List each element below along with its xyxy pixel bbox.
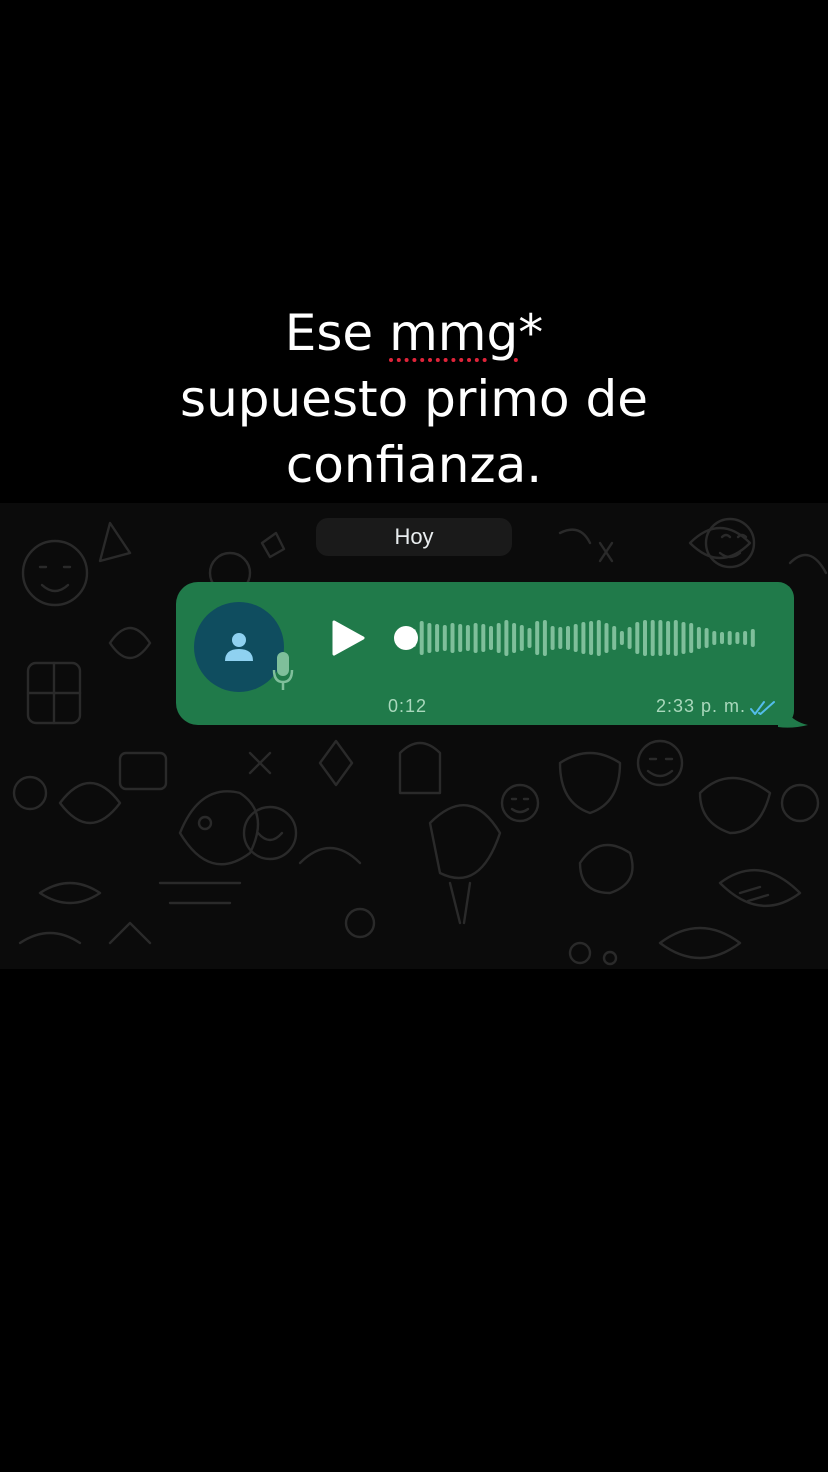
waveform-bar xyxy=(435,624,440,652)
caption-text: * xyxy=(518,304,544,362)
caption-line-2: supuesto primo de xyxy=(180,370,648,428)
waveform-bar xyxy=(650,620,655,656)
waveform-bar xyxy=(704,628,709,648)
waveform-bar xyxy=(458,624,463,652)
chat-area: Hoy 0:12 2:33 p. m. xyxy=(0,503,828,969)
double-check-icon xyxy=(750,701,775,715)
waveform-bar xyxy=(581,622,586,654)
misspelled-word: mmg xyxy=(389,304,519,362)
waveform-bar xyxy=(504,620,509,656)
waveform-bar xyxy=(627,627,632,649)
bubble-tail xyxy=(778,683,808,728)
waveform-bar xyxy=(489,626,493,650)
waveform-bar xyxy=(496,623,501,653)
play-icon[interactable] xyxy=(330,619,366,657)
waveform-bar xyxy=(689,623,694,653)
voice-duration: 0:12 xyxy=(388,696,428,716)
waveform-bar xyxy=(481,624,486,652)
waveform-bar xyxy=(604,623,609,653)
waveform-bar xyxy=(550,626,555,650)
waveform-bar xyxy=(743,631,748,645)
microphone-icon xyxy=(272,652,294,690)
chat-wallpaper-doodles xyxy=(12,517,828,966)
waveform-bar xyxy=(589,621,594,655)
waveform-bar xyxy=(450,623,455,653)
caption-line-3: confianza. xyxy=(285,436,543,494)
waveform-bar xyxy=(427,623,432,653)
waveform-bar xyxy=(643,620,647,656)
waveform-bar xyxy=(573,624,578,652)
waveform-bar xyxy=(696,627,701,649)
waveform-bar xyxy=(558,627,563,649)
waveform-bar xyxy=(735,632,740,644)
video-caption: Ese mmg* supuesto primo de confianza. xyxy=(0,300,828,498)
waveform-bar xyxy=(473,623,478,653)
waveform-bar xyxy=(720,632,724,644)
waveform-bar xyxy=(727,631,732,645)
playback-position-knob[interactable] xyxy=(394,626,418,650)
waveform-bar xyxy=(566,626,570,650)
caption-text: Ese xyxy=(284,304,390,362)
voice-message-bubble[interactable]: 0:12 2:33 p. m. xyxy=(176,582,794,725)
waveform-bar xyxy=(612,626,617,650)
caption-line-1: Ese mmg* xyxy=(0,300,828,366)
date-chip: Hoy xyxy=(316,518,512,556)
waveform-bar xyxy=(635,622,640,654)
message-time: 2:33 p. m. xyxy=(655,696,746,716)
waveform-bar xyxy=(535,621,540,655)
waveform-bar xyxy=(666,621,671,655)
avatar[interactable] xyxy=(194,602,284,692)
waveform-bar xyxy=(527,628,532,648)
waveform-bar xyxy=(658,620,663,656)
waveform-bar xyxy=(619,631,624,645)
waveform-bar xyxy=(519,625,524,651)
waveform-bar xyxy=(542,620,547,656)
waveform-bar xyxy=(712,631,717,645)
waveform-bar xyxy=(750,629,755,647)
waveform-bar xyxy=(596,620,601,656)
person-icon xyxy=(225,633,253,661)
waveform-bar xyxy=(442,625,447,651)
waveform-bar xyxy=(681,622,686,654)
waveform-bar xyxy=(419,621,424,655)
waveform-bar xyxy=(512,623,517,653)
waveform-bar xyxy=(673,620,678,656)
audio-waveform[interactable] xyxy=(392,616,766,660)
waveform-bar xyxy=(465,625,470,651)
